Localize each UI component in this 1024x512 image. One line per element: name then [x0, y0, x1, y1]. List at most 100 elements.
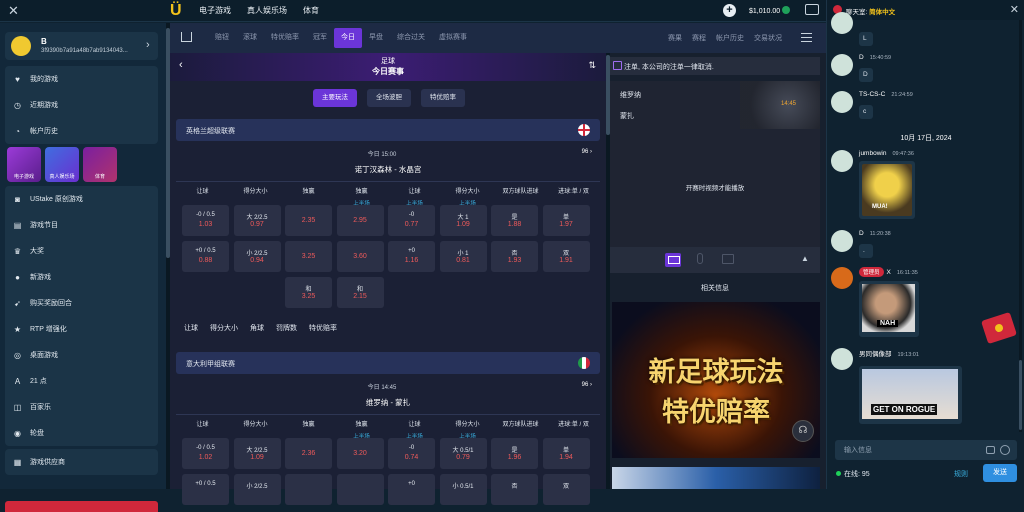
- sports-tab[interactable]: 赔钮: [208, 28, 236, 48]
- top-nav-sports[interactable]: 体育: [303, 5, 319, 16]
- menu-icon[interactable]: [801, 33, 812, 42]
- close-icon[interactable]: ✕: [1010, 3, 1019, 16]
- send-button[interactable]: 发送: [983, 464, 1017, 482]
- sidebar-item[interactable]: ◎ 桌面游戏: [5, 342, 158, 368]
- odds-button[interactable]: 3.25: [285, 241, 332, 272]
- chat-gif[interactable]: NAH: [859, 281, 919, 337]
- sidebar-item[interactable]: ♛ 大奖: [5, 238, 158, 264]
- promo-banner-secondary[interactable]: [612, 467, 820, 489]
- balance[interactable]: $1,010.00: [749, 6, 791, 15]
- market-link[interactable]: 让球: [184, 323, 198, 333]
- microphone-icon[interactable]: [697, 253, 703, 264]
- sidebar-item[interactable]: ▦ 游戏供应商: [5, 449, 158, 475]
- market-link[interactable]: 特优赔率: [309, 323, 337, 333]
- sidebar-item[interactable]: A 21 点: [5, 368, 158, 394]
- tile-casino[interactable]: 真人娱乐场: [45, 147, 79, 182]
- tv-icon[interactable]: [665, 253, 681, 267]
- sidebar-item[interactable]: ★ RTP 增强化: [5, 316, 158, 342]
- odds-button[interactable]: 3.20: [336, 438, 384, 469]
- match-teams[interactable]: 诺丁汉森林 - 水晶宫: [170, 164, 606, 175]
- video-player[interactable]: 维罗纳 蒙扎 14:45 开赛时视频才能播放: [610, 81, 820, 247]
- odds-button[interactable]: [336, 474, 384, 505]
- promo-banner-football[interactable]: 新足球玩法 特优赔率 ☊: [612, 302, 820, 458]
- gif-icon[interactable]: [986, 446, 995, 454]
- sidebar-item[interactable]: ◙ UStake 原创游戏: [5, 186, 158, 212]
- odds-button[interactable]: -0 0.74: [388, 438, 435, 469]
- sports-tab[interactable]: 综合过关: [390, 28, 432, 48]
- sidebar-item[interactable]: ◔ 帐户历史: [5, 118, 158, 144]
- market-count[interactable]: 96 ›: [582, 382, 592, 388]
- odds-button[interactable]: 和 2.15: [336, 277, 384, 308]
- odds-button[interactable]: 双: [542, 474, 590, 505]
- chat-scrollbar[interactable]: [1019, 20, 1022, 432]
- chat-rules-link[interactable]: 规则: [954, 469, 968, 479]
- pill-main[interactable]: 主要玩法: [313, 89, 357, 107]
- sports-tab[interactable]: 今日: [334, 28, 362, 48]
- market-link[interactable]: 得分大小: [210, 323, 238, 333]
- odds-button[interactable]: 小 1 0.81: [439, 241, 487, 272]
- league-header[interactable]: 意大利甲组联赛: [176, 352, 600, 374]
- odds-button[interactable]: 2.36: [285, 438, 332, 469]
- odds-button[interactable]: +0: [388, 474, 435, 505]
- odds-button[interactable]: 大 2/2.5 0.97: [233, 205, 281, 236]
- odds-button[interactable]: -0 / 0.5 1.02: [182, 438, 229, 469]
- chat-gif[interactable]: MUA!: [859, 161, 915, 219]
- sidebar-item[interactable]: ◉ 轮盘: [5, 420, 158, 446]
- odds-button[interactable]: 单 1.97: [542, 205, 590, 236]
- odds-button[interactable]: 小 2/2.5 0.94: [233, 241, 281, 272]
- odds-button[interactable]: +0 / 0.5: [182, 474, 229, 505]
- odds-button[interactable]: 小 0.5/1: [439, 474, 487, 505]
- odds-button[interactable]: 大 0.5/1 0.79: [439, 438, 487, 469]
- chevron-up-icon[interactable]: ▲: [801, 254, 809, 263]
- sports-tab[interactable]: 特优赔率: [264, 28, 306, 48]
- sports-tab[interactable]: 虚拟赛事: [432, 28, 474, 48]
- odds-button[interactable]: -0 0.77: [388, 205, 435, 236]
- subnav-link[interactable]: 帐户历史: [716, 33, 744, 43]
- top-nav-slots[interactable]: 电子游戏: [199, 5, 231, 16]
- odds-button[interactable]: 是 1.96: [491, 438, 538, 469]
- subnav-link[interactable]: 赛果: [668, 33, 682, 43]
- close-icon[interactable]: ✕: [8, 4, 22, 18]
- market-count[interactable]: 96 ›: [582, 149, 592, 155]
- sidebar-item[interactable]: ➹ 购买奖励回合: [5, 290, 158, 316]
- odds-button[interactable]: +0 / 0.5 0.88: [182, 241, 229, 272]
- odds-button[interactable]: 2.95: [336, 205, 384, 236]
- sidebar-item[interactable]: ♥ 我的游戏: [5, 66, 158, 92]
- odds-button[interactable]: 和 3.25: [285, 277, 332, 308]
- pill-correct-score[interactable]: 全场波胆: [367, 89, 411, 107]
- sidebar-item[interactable]: ◷ 近期游戏: [5, 92, 158, 118]
- subnav-link[interactable]: 交易状况: [754, 33, 782, 43]
- odds-button[interactable]: 大 2/2.5 1.09: [233, 438, 281, 469]
- tile-slots[interactable]: 电子游戏: [7, 147, 41, 182]
- market-link[interactable]: 角球: [250, 323, 264, 333]
- sidebar-item[interactable]: ▤ 游戏节目: [5, 212, 158, 238]
- chat-title[interactable]: 聊天室: 简体中文: [846, 6, 895, 16]
- sidebar-item[interactable]: ◫ 百家乐: [5, 394, 158, 420]
- league-header[interactable]: 英格兰超级联赛: [176, 119, 600, 141]
- odds-button[interactable]: 大 1 1.09: [439, 205, 487, 236]
- odds-button[interactable]: 单 1.94: [542, 438, 590, 469]
- match-teams[interactable]: 维罗纳 - 蒙扎: [170, 397, 606, 408]
- sports-tab[interactable]: 早盘: [362, 28, 390, 48]
- tile-sports[interactable]: 体育: [83, 147, 117, 182]
- headset-icon[interactable]: ☊: [792, 420, 814, 442]
- sports-tab[interactable]: 滚球: [236, 28, 264, 48]
- odds-button[interactable]: 3.60: [336, 241, 384, 272]
- red-packet-icon[interactable]: [981, 311, 1017, 345]
- user-card[interactable]: B 3f9390b7a91a48b7ab9134043... ›: [5, 32, 158, 60]
- promo-banner[interactable]: [5, 501, 158, 512]
- emoji-icon[interactable]: [1000, 445, 1010, 455]
- pill-special-odds[interactable]: 特优赔率: [421, 89, 465, 107]
- market-link[interactable]: 罚牌数: [276, 323, 297, 333]
- sports-tab[interactable]: 冠军: [306, 28, 334, 48]
- chat-toggle-icon[interactable]: [805, 4, 819, 15]
- odds-button[interactable]: 小 2/2.5: [233, 474, 281, 505]
- odds-button[interactable]: -0 / 0.5 1.03: [182, 205, 229, 236]
- odds-button[interactable]: 否: [491, 474, 538, 505]
- odds-button[interactable]: +0 1.16: [388, 241, 435, 272]
- top-nav-casino[interactable]: 真人娱乐场: [247, 5, 287, 16]
- odds-button[interactable]: 否 1.93: [491, 241, 538, 272]
- chat-gif[interactable]: GET ON ROGUE: [859, 366, 962, 424]
- logo[interactable]: Ü: [170, 1, 184, 21]
- odds-button[interactable]: 是 1.88: [491, 205, 538, 236]
